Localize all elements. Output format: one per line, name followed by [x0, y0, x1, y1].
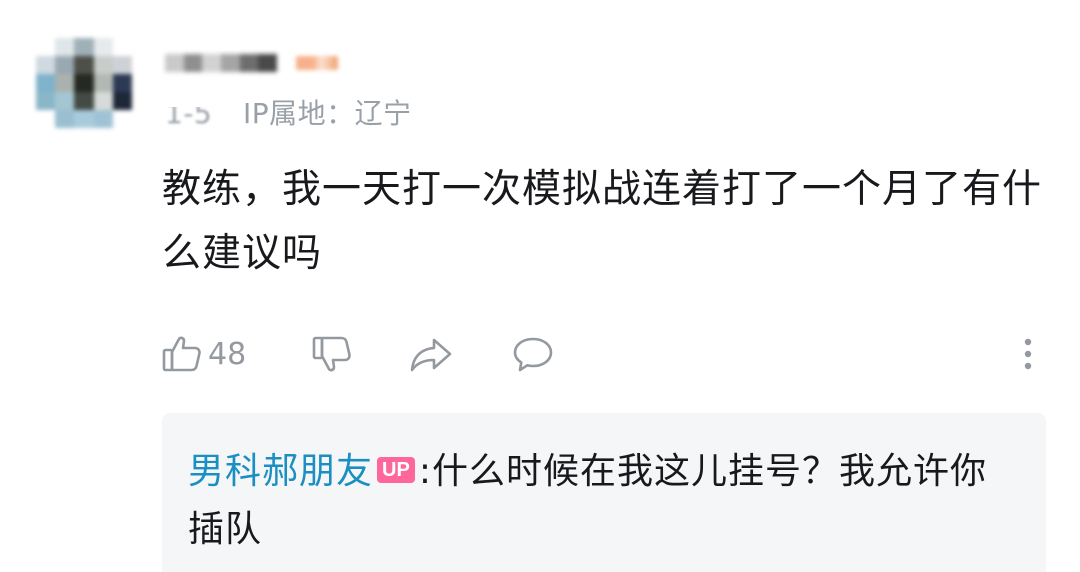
- comment-time-obscured: 1-5: [165, 97, 213, 130]
- more-options-button[interactable]: [1016, 330, 1040, 378]
- like-button[interactable]: 48: [160, 330, 246, 378]
- reply-preview[interactable]: 男科郝朋友 UP:什么时候在我这儿挂号？我允许你插队: [162, 413, 1046, 572]
- like-count: 48: [208, 336, 247, 372]
- comment-screen: 1-5 IP属地：辽宁 教练，我一天打一次模拟战连着打了一个月了有什么建议吗 4…: [0, 0, 1080, 572]
- up-badge: UP: [377, 457, 415, 483]
- comment-actions: 48: [160, 330, 1040, 378]
- comment-bubble-icon: [510, 332, 556, 376]
- comment-meta: 1-5 IP属地：辽宁: [165, 92, 412, 132]
- reply-author-name[interactable]: 男科郝朋友: [188, 451, 373, 492]
- dislike-button[interactable]: [310, 330, 354, 378]
- reply-separator: :: [418, 451, 432, 492]
- avatar[interactable]: [36, 38, 132, 128]
- reply-button[interactable]: [510, 330, 556, 378]
- thumbs-up-icon: [160, 332, 204, 376]
- more-vertical-icon: [1016, 332, 1040, 376]
- comment-text: 教练，我一天打一次模拟战连着打了一个月了有什么建议吗: [162, 167, 1043, 276]
- share-arrow-icon: [408, 332, 454, 376]
- ip-location: IP属地：辽宁: [243, 97, 412, 130]
- reply-item: 男科郝朋友 UP:什么时候在我这儿挂号？我允许你插队: [188, 443, 1018, 559]
- thumbs-down-icon: [310, 332, 354, 376]
- share-button[interactable]: [408, 330, 454, 378]
- user-level-badge: [296, 56, 338, 70]
- username-obscured[interactable]: [165, 54, 278, 72]
